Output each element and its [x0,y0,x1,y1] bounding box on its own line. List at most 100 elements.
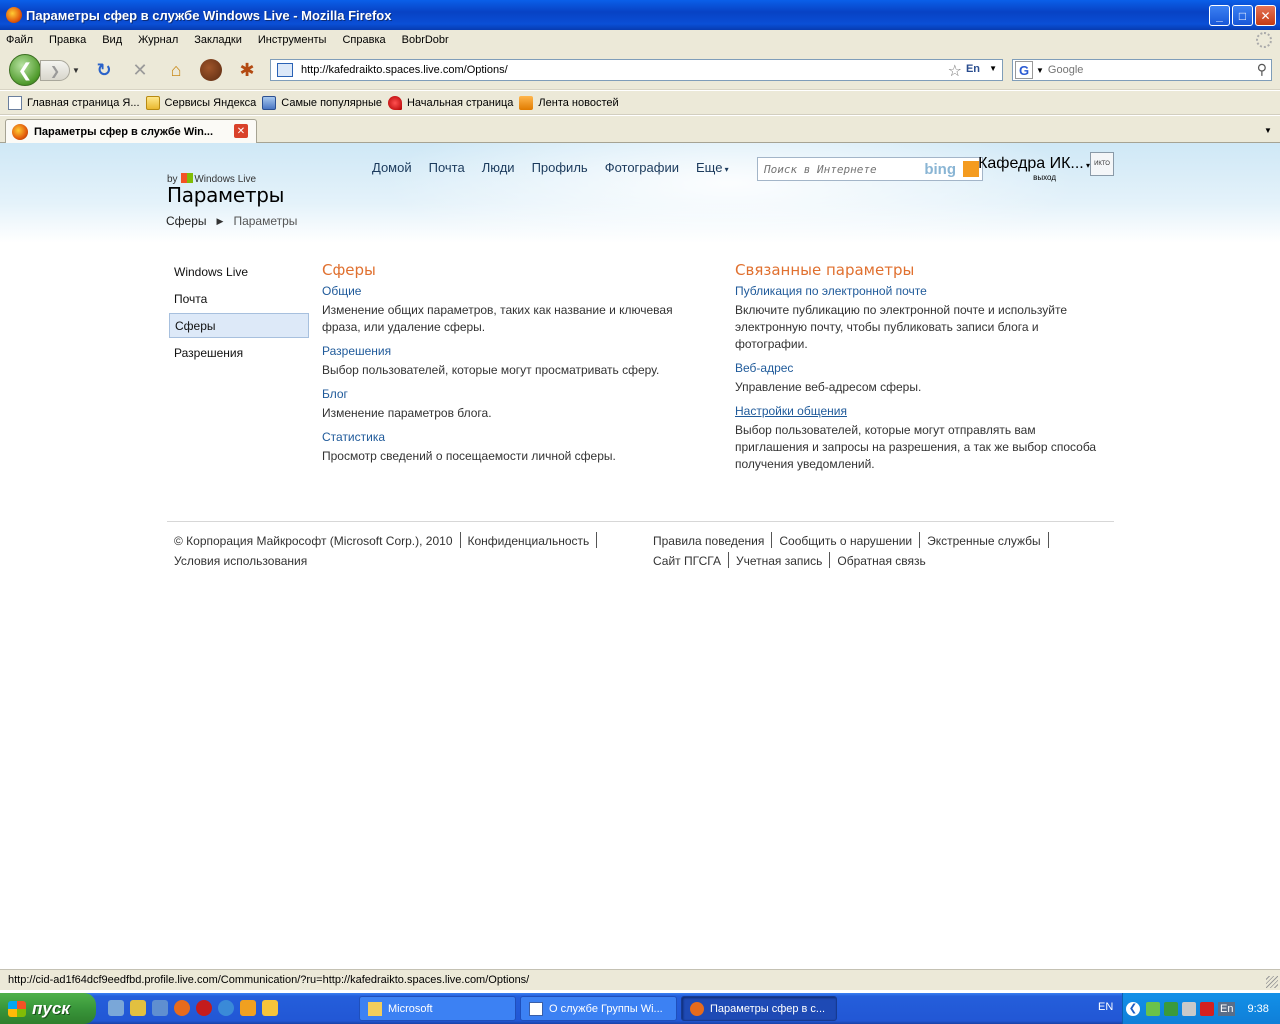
bookmark-start-page[interactable]: Начальная страница [387,95,513,110]
menu-file[interactable]: Файл [6,34,33,46]
leftnav-item-spaces[interactable]: Сферы [169,313,309,338]
home-icon[interactable]: ⌂ [165,59,187,81]
link-statistics[interactable]: Статистика [322,430,702,444]
link-general[interactable]: Общие [322,284,702,298]
close-button[interactable]: ✕ [1255,5,1276,26]
maximize-button[interactable]: □ [1232,5,1253,26]
footer-conduct-link[interactable]: Правила поведения [653,534,764,548]
url-input[interactable] [301,64,921,76]
network-icon[interactable] [1146,1001,1160,1016]
firefox-launch-icon[interactable] [174,1000,190,1016]
footer-feedback-link[interactable]: Обратная связь [837,554,925,568]
menu-edit[interactable]: Правка [49,34,86,46]
firefox-tab-icon [12,123,28,140]
footer-account-link[interactable]: Учетная запись [736,554,822,568]
user-name[interactable]: Кафедра ИК... [968,155,1090,173]
tab-bar: Параметры сфер в службе Win... ✕ ▼ [0,116,1280,143]
paw-icon[interactable]: ✱ [236,59,258,81]
avatar[interactable]: ИКТО [1090,152,1114,176]
minimize-button[interactable]: _ [1209,5,1230,26]
bobrdobr-icon[interactable] [200,59,222,81]
language-indicator[interactable]: EN [1098,1001,1113,1013]
tab-active[interactable]: Параметры сфер в службе Win... ✕ [5,119,257,143]
browser-search-bar[interactable]: G ▼ ⚲ [1012,59,1272,81]
link-blog[interactable]: Блог [322,387,702,401]
mail-icon[interactable] [262,1000,278,1016]
logout-link[interactable]: выход [968,173,1056,182]
google-engine-icon[interactable]: G [1015,61,1033,79]
tab-close-icon[interactable]: ✕ [234,124,248,138]
bookmark-news-feed[interactable]: Лента новостей [519,95,619,110]
leftnav-item-windows-live[interactable]: Windows Live [169,259,309,284]
nav-people[interactable]: Люди [482,160,515,175]
back-button[interactable]: ❮ [9,54,41,86]
breadcrumb-current: Параметры [233,214,298,228]
footer-terms-link[interactable]: Условия использования [174,554,307,568]
bookmark-star-icon[interactable]: ☆ [948,61,962,81]
nav-mail[interactable]: Почта [429,160,465,175]
link-web-address[interactable]: Веб-адрес [735,361,1105,375]
menu-bar: Файл Правка Вид Журнал Закладки Инструме… [0,30,1280,50]
footer-emergency-link[interactable]: Экстренные службы [927,534,1041,548]
web-search-box[interactable]: bing [757,157,983,181]
firefox-icon [6,7,22,23]
menu-help[interactable]: Справка [342,34,385,46]
resize-grip-icon[interactable] [1266,976,1278,988]
bookmark-yandex-services[interactable]: Сервисы Яндекса [145,95,256,110]
nav-more[interactable]: Еще [696,160,729,175]
leftnav-item-permissions[interactable]: Разрешения [169,340,309,365]
url-dropdown-icon[interactable]: ▼ [989,64,997,73]
menu-history[interactable]: Журнал [138,34,178,46]
page-viewport[interactable]: Домой Почта Люди Профиль Фотографии Еще … [0,143,1280,969]
footer-site-link[interactable]: Сайт ПГСГА [653,554,721,568]
bookmarks-toolbar: Главная страница Я... Сервисы Яндекса Са… [0,91,1280,115]
messenger-icon[interactable] [130,1000,146,1016]
history-dropdown-icon[interactable]: ▼ [72,66,80,75]
tray-expand-icon[interactable]: ❮ [1126,1001,1140,1016]
safely-remove-icon[interactable] [1182,1001,1196,1016]
user-menu[interactable]: Кафедра ИК... выход [968,155,1090,182]
forward-button[interactable]: ❯ [40,60,70,81]
web-search-input[interactable] [764,162,914,176]
leftnav-item-mail[interactable]: Почта [169,286,309,311]
menu-bookmarks[interactable]: Закладки [194,34,242,46]
bookmark-yandex-home[interactable]: Главная страница Я... [8,95,140,110]
nav-photos[interactable]: Фотографии [605,160,679,175]
bookmark-most-popular[interactable]: Самые популярные [262,95,382,110]
site-identity-icon[interactable] [277,63,293,77]
ie-icon[interactable] [218,1000,234,1016]
window-titlebar[interactable]: Параметры сфер в службе Windows Live - M… [0,0,1280,30]
explorer-icon[interactable] [152,1000,168,1016]
search-icon[interactable]: ⚲ [1257,61,1267,78]
tray-language[interactable]: En [1218,1001,1236,1016]
antivirus-icon[interactable] [1164,1001,1178,1016]
opera-icon[interactable] [196,1000,212,1016]
media-player-icon[interactable] [240,1000,256,1016]
stop-icon[interactable]: ✕ [129,59,151,81]
tab-list-dropdown-icon[interactable]: ▼ [1260,122,1276,138]
browser-search-input[interactable] [1047,64,1248,76]
task-word-document[interactable]: О службе Группы Wi... [520,996,677,1021]
left-navigation: Windows Live Почта Сферы Разрешения [169,259,309,367]
link-communication-settings[interactable]: Настройки общения [735,404,1105,418]
link-email-publishing[interactable]: Публикация по электронной почте [735,284,1105,298]
task-microsoft[interactable]: Microsoft [359,996,516,1021]
footer-report-link[interactable]: Сообщить о нарушении [779,534,912,548]
menu-tools[interactable]: Инструменты [258,34,327,46]
kaspersky-icon[interactable] [1200,1001,1214,1016]
address-bar[interactable]: ☆ En ▼ [270,59,1003,81]
reload-icon[interactable]: ↻ [93,59,115,81]
engine-dropdown-icon[interactable]: ▼ [1036,66,1044,75]
footer-privacy-link[interactable]: Конфиденциальность [468,534,590,548]
link-permissions[interactable]: Разрешения [322,344,702,358]
nav-profile[interactable]: Профиль [532,160,588,175]
show-desktop-icon[interactable] [108,1000,124,1016]
menu-bobrdobr[interactable]: BobrDobr [402,34,449,46]
start-button[interactable]: пуск [0,993,96,1024]
task-firefox[interactable]: Параметры сфер в с... [681,996,837,1021]
menu-view[interactable]: Вид [102,34,122,46]
language-badge[interactable]: En [966,63,980,75]
breadcrumb-spaces[interactable]: Сферы [166,214,207,228]
nav-home[interactable]: Домой [372,160,412,175]
clock[interactable]: 9:38 [1247,1003,1268,1015]
